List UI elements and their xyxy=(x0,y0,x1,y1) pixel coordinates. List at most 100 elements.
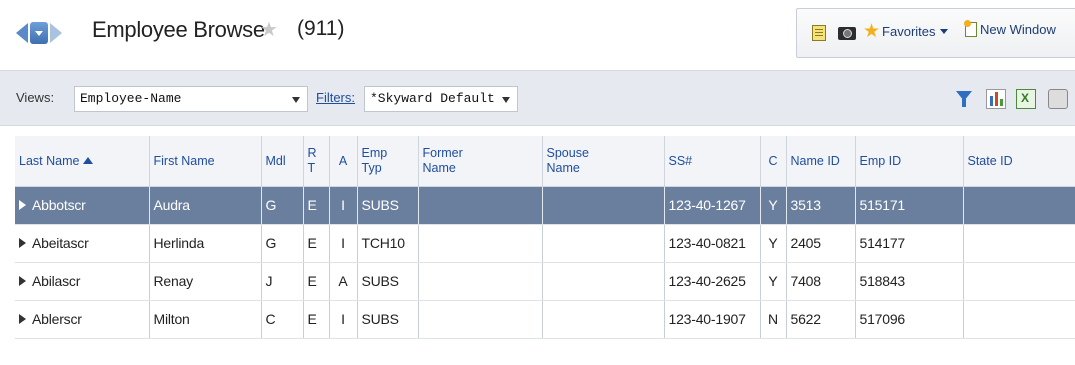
cell-value: Herlinda xyxy=(153,235,205,251)
cell-value: G xyxy=(265,235,277,251)
sort-asc-icon xyxy=(83,156,94,164)
cell-rt: E xyxy=(303,224,330,263)
cell-last: Abilascr xyxy=(15,262,150,301)
column-header-stateid[interactable]: State ID xyxy=(963,136,1075,187)
cell-stateid xyxy=(963,262,1075,301)
cell-mdl: J xyxy=(261,262,304,301)
cell-value: SUBS xyxy=(361,197,400,213)
cell-first: Audra xyxy=(149,186,262,225)
employee-grid: Last Name First Name Mdl R T A Emp Typ Former … xyxy=(15,136,1075,339)
cell-value: 518843 xyxy=(859,273,906,289)
cell-value: 5622 xyxy=(790,311,822,327)
cell-emptyp: TCH10 xyxy=(357,224,419,263)
cell-last: Abeitascr xyxy=(15,224,150,263)
cell-first: Herlinda xyxy=(149,224,262,263)
cell-stateid xyxy=(963,224,1075,263)
cell-value: Ablerscr xyxy=(32,311,82,327)
cell-value: 3513 xyxy=(790,197,822,213)
column-header-label: Former Name xyxy=(422,146,463,175)
chart-icon[interactable] xyxy=(986,89,1006,109)
favorites-label: Favorites xyxy=(882,24,936,39)
cell-value: E xyxy=(307,197,317,213)
cell-ss: 123-40-1267 xyxy=(664,186,761,225)
favorites-star-icon: ★ xyxy=(863,21,881,42)
cell-value: E xyxy=(307,235,317,251)
back-arrow-icon[interactable] xyxy=(16,23,28,43)
cell-former xyxy=(418,300,543,339)
title-bar: Employee Browse ★ (911) ★ Favorites New … xyxy=(0,0,1075,62)
cell-value: Abeitascr xyxy=(32,235,89,251)
cell-value: Y xyxy=(768,235,778,251)
cell-value: C xyxy=(265,311,276,327)
cell-first: Milton xyxy=(149,300,262,339)
table-row[interactable]: Abilascr Renay J E A SUBS 123-40-2625 Y 7408 5188… xyxy=(15,262,1075,301)
column-header-first[interactable]: First Name xyxy=(149,136,262,187)
cell-nameid: 5622 xyxy=(786,300,856,339)
filters-link[interactable]: Filters: xyxy=(316,90,355,105)
row-expand-icon[interactable] xyxy=(19,314,26,324)
cell-rt: E xyxy=(303,300,330,339)
cell-value: 7408 xyxy=(790,273,822,289)
filter-funnel-icon[interactable] xyxy=(954,89,974,109)
cell-empid: 517096 xyxy=(855,300,964,339)
cell-c: Y xyxy=(760,224,787,263)
cell-ss: 123-40-1907 xyxy=(664,300,761,339)
column-header-label: Last Name xyxy=(19,153,80,168)
cell-value: 515171 xyxy=(859,197,906,213)
cell-c: Y xyxy=(760,186,787,225)
chevron-down-icon xyxy=(502,97,510,103)
cell-a: I xyxy=(329,224,358,263)
toolbar-right: ★ Favorites New Window xyxy=(796,8,1075,58)
cell-value: A xyxy=(338,273,348,289)
filters-select-value: *Skyward Default xyxy=(370,91,495,106)
favorite-star-icon[interactable]: ★ xyxy=(260,20,278,40)
notes-icon[interactable] xyxy=(809,23,829,43)
cell-value: 123-40-1907 xyxy=(668,311,746,327)
row-expand-icon[interactable] xyxy=(19,276,26,286)
grid-body: Abbotscr Audra G E I SUBS 123-40-1267 Y 3513 5151… xyxy=(15,186,1075,339)
column-header-ss[interactable]: SS# xyxy=(664,136,761,187)
column-header-spouse[interactable]: Spouse Name xyxy=(542,136,665,187)
column-header-label: Mdl xyxy=(265,153,286,168)
column-header-label: Spouse Name xyxy=(546,146,589,175)
column-header-nameid[interactable]: Name ID xyxy=(786,136,856,187)
nav-group xyxy=(16,20,62,46)
forward-arrow-icon[interactable] xyxy=(50,23,62,43)
column-header-empid[interactable]: Emp ID xyxy=(855,136,964,187)
filters-select[interactable]: *Skyward Default xyxy=(364,86,518,112)
cell-value: 2405 xyxy=(790,235,822,251)
column-header-rt[interactable]: R T xyxy=(303,136,330,187)
cell-value: Abbotscr xyxy=(32,197,86,213)
new-window-button[interactable]: New Window xyxy=(964,20,1056,37)
column-header-former[interactable]: Former Name xyxy=(418,136,543,187)
column-header-emptyp[interactable]: Emp Typ xyxy=(357,136,419,187)
column-header-label: A xyxy=(338,153,348,168)
column-header-mdl[interactable]: Mdl xyxy=(261,136,304,187)
cell-value: 514177 xyxy=(859,235,906,251)
column-header-a[interactable]: A xyxy=(329,136,358,187)
views-select[interactable]: Employee-Name xyxy=(74,86,308,112)
print-icon[interactable] xyxy=(1048,89,1068,109)
table-row[interactable]: Ablerscr Milton C E I SUBS 123-40-1907 N 5622 517… xyxy=(15,300,1075,339)
cell-value: SUBS xyxy=(361,311,400,327)
history-dropdown-icon[interactable] xyxy=(30,22,48,44)
cell-spouse xyxy=(542,300,665,339)
table-row[interactable]: Abbotscr Audra G E I SUBS 123-40-1267 Y 3513 5151… xyxy=(15,186,1075,225)
page-title: Employee Browse xyxy=(92,17,265,42)
cell-value: Renay xyxy=(153,273,194,289)
column-header-c[interactable]: C xyxy=(760,136,787,187)
cell-value: I xyxy=(341,197,345,213)
table-row[interactable]: Abeitascr Herlinda G E I TCH10 123-40-0821 Y 240… xyxy=(15,224,1075,263)
favorites-menu-button[interactable]: ★ Favorites xyxy=(863,22,948,41)
cell-last: Ablerscr xyxy=(15,300,150,339)
cell-value: Abilascr xyxy=(32,273,81,289)
excel-export-icon[interactable] xyxy=(1016,89,1036,109)
cell-c: N xyxy=(760,300,787,339)
camera-icon[interactable] xyxy=(837,23,857,43)
column-header-last[interactable]: Last Name xyxy=(15,136,150,187)
column-header-label: First Name xyxy=(153,153,215,168)
chevron-down-icon xyxy=(292,97,300,103)
row-expand-icon[interactable] xyxy=(19,238,26,248)
row-expand-icon[interactable] xyxy=(19,200,26,210)
cell-value: E xyxy=(307,273,317,289)
